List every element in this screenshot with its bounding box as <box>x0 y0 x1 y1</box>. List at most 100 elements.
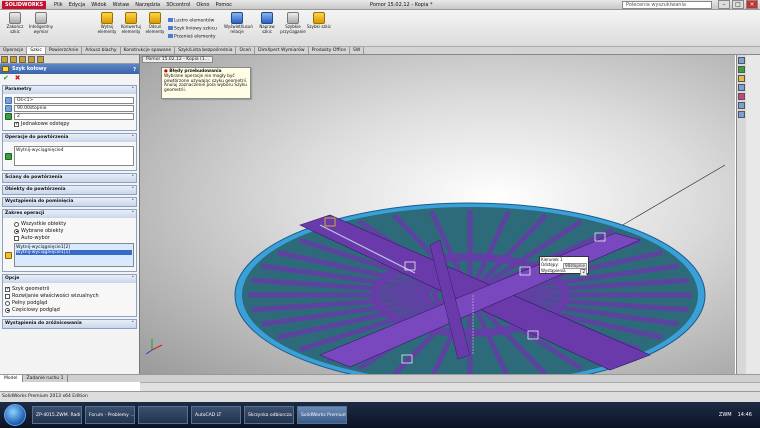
tab-szkic[interactable]: Szkic <box>27 47 46 54</box>
auto-select-checkbox[interactable] <box>14 235 19 241</box>
section-header-parameters[interactable]: Parametry ˄ <box>3 86 136 94</box>
move-entities-button[interactable]: Przenieś elementy <box>168 34 215 40</box>
menu-pomoc[interactable]: Pomoc <box>215 1 232 9</box>
quick-snaps-button[interactable]: Szybkie przyciąganie <box>280 12 306 34</box>
design-library-icon[interactable] <box>738 66 745 73</box>
axis-field[interactable]: Oś<1> <box>14 97 134 104</box>
view-palette-icon[interactable] <box>738 84 745 91</box>
tab-dimxpert[interactable]: DimXpert Wymiarów <box>255 47 309 54</box>
menu-plik[interactable]: Plik <box>54 1 63 9</box>
display-relations-button[interactable]: Wyświetl/usuń relacje <box>224 12 253 34</box>
trim-entities-button[interactable]: Wytnij elementy <box>94 12 120 34</box>
bodies-list[interactable]: Wytnij-wyciągnięcie1[2] Wytnij-wyciągnię… <box>14 243 134 267</box>
section-header-vary[interactable]: Wystąpienia do zróżnicowania ˅ <box>3 320 136 328</box>
callout-instances-label: Wystąpienia <box>541 268 566 273</box>
vertical-scrollbar[interactable] <box>746 55 760 374</box>
selected-bodies-radio[interactable] <box>14 228 19 234</box>
section-header-bodies[interactable]: Obiekty do powtórzenia ˅ <box>3 186 136 194</box>
equal-spacing-checkbox[interactable]: ✓ <box>14 121 19 127</box>
close-button[interactable]: × <box>746 0 758 9</box>
ok-button[interactable]: ✔ <box>3 74 9 82</box>
exit-sketch-button[interactable]: Zakończ szkic <box>2 12 28 34</box>
document-tab[interactable]: Pomor 15.02.12 - Kopia (1... <box>142 56 213 63</box>
menu-okno[interactable]: Okno <box>196 1 209 9</box>
graphics-area[interactable] <box>140 55 735 374</box>
tab-sw[interactable]: SW <box>350 47 365 54</box>
propagate-visual-checkbox[interactable] <box>5 293 10 299</box>
rapid-sketch-button[interactable]: Szybki szkic <box>306 12 332 30</box>
help-icon[interactable]: ? <box>133 65 136 75</box>
pattern-callout[interactable]: Kierunek 1 Odstępy: 90stopnie Wystąpienia… <box>539 256 589 276</box>
tab-konstrukcje-spawane[interactable]: Konstrukcje spawane <box>121 47 176 54</box>
part-model[interactable] <box>234 202 706 374</box>
ok-cancel-row: ✔ ✖ <box>0 74 139 83</box>
property-manager-icon[interactable] <box>10 56 17 63</box>
tab-arkusz-blachy[interactable]: Arkusz blachy <box>82 47 121 54</box>
callout-instances-value[interactable]: 2 <box>580 269 587 276</box>
section-header-scope[interactable]: Zakres operacji ˄ <box>3 210 136 218</box>
full-preview-radio[interactable] <box>5 300 10 306</box>
section-header-faces[interactable]: Ściany do powtórzenia ˅ <box>3 174 136 182</box>
file-explorer-icon[interactable] <box>738 75 745 82</box>
taskbar-item[interactable] <box>138 406 188 424</box>
angle-field[interactable]: 90.00stopnie <box>14 105 134 112</box>
all-bodies-radio[interactable] <box>14 221 19 227</box>
geometry-pattern-checkbox[interactable]: ✓ <box>5 286 10 292</box>
taskbar: ZP-4015.ZWM. Radi... Forum - Problemy ..… <box>0 402 760 428</box>
tab-ocen[interactable]: Oceń <box>236 47 256 54</box>
tab-operacje[interactable]: Operacje <box>0 47 28 54</box>
tab-szyk[interactable]: Szyk/Lista bezpośrednia <box>175 47 237 54</box>
features-list[interactable]: Wytnij-wyciągnięcie4 <box>14 146 134 166</box>
mirror-entities-button[interactable]: Lustro elementów <box>168 18 214 24</box>
command-tabs: Operacje Szkic Powierzchnie Arkusz blach… <box>0 47 760 55</box>
tab-model[interactable]: Model <box>0 375 23 382</box>
panel-header: Szyk kołowy ? <box>0 64 139 74</box>
dimxpert-icon[interactable] <box>28 56 35 63</box>
search-input[interactable]: Polecenia wyszukiwania <box>622 1 712 9</box>
tab-office[interactable]: Produkty Office <box>309 47 351 54</box>
sketch-icon <box>9 12 21 24</box>
dimension-icon <box>35 12 47 24</box>
section-header-features[interactable]: Operacje do powtórzenia ˄ <box>3 134 136 142</box>
start-button[interactable] <box>4 404 26 426</box>
offset-entities-button[interactable]: Odsuń elementy <box>142 12 168 34</box>
list-item[interactable]: Wytnij-wyciągnięcie1[1] <box>16 250 132 255</box>
chevron-up-icon: ˄ <box>131 135 135 141</box>
section-header-options[interactable]: Opcje ˄ <box>3 275 136 283</box>
menu-narzedzia[interactable]: Narzędzia <box>135 1 160 9</box>
tab-powierzchnie[interactable]: Powierzchnie <box>46 47 83 54</box>
menu-widok[interactable]: Widok <box>91 1 106 9</box>
clock[interactable]: 14:46 <box>738 412 752 418</box>
appearances-icon[interactable] <box>738 93 745 100</box>
partial-preview-radio[interactable] <box>5 307 10 313</box>
taskbar-item[interactable]: Skrzynka odbiorcza - <box>244 406 294 424</box>
menu-wstaw[interactable]: Wstaw <box>113 1 130 9</box>
menu-edycja[interactable]: Edycja <box>69 1 86 9</box>
feature-tree-icon[interactable] <box>1 56 8 63</box>
section-header-skip[interactable]: Wystąpienia do pominięcia ˅ <box>3 198 136 206</box>
resources-icon[interactable] <box>738 57 745 64</box>
horizontal-scrollbar[interactable] <box>140 382 760 391</box>
taskbar-item[interactable]: AutoCAD LT <box>191 406 241 424</box>
menu-3dcontrol[interactable]: 3Dcontrol <box>166 1 190 9</box>
minimize-button[interactable]: – <box>718 0 730 9</box>
cancel-button[interactable]: ✖ <box>15 74 21 82</box>
taskbar-item[interactable]: SolidWorks Premium... <box>297 406 347 424</box>
convert-entities-button[interactable]: Konwertuj elementy <box>118 12 144 34</box>
propagate-visual-label: Rozwijanie właściwości wizualnych <box>12 293 99 299</box>
configuration-icon[interactable] <box>19 56 26 63</box>
instances-field[interactable]: 2 <box>14 113 134 120</box>
taskbar-item[interactable]: Forum - Problemy ... <box>85 406 135 424</box>
system-tray: ZWM 14:46 <box>719 412 760 418</box>
smart-dimension-button[interactable]: Inteligentny wymiar <box>28 12 54 34</box>
taskbar-item[interactable]: ZP-4015.ZWM. Radi... <box>32 406 82 424</box>
linear-pattern-button[interactable]: Szyk liniowy szkicu <box>168 26 217 32</box>
custom-properties-icon[interactable] <box>738 102 745 109</box>
rapid-sketch-icon <box>313 12 325 24</box>
display-manager-icon[interactable] <box>37 56 44 63</box>
maximize-button[interactable]: □ <box>732 0 744 9</box>
tab-motion-study[interactable]: Zadanie ruchu 1 <box>23 375 69 382</box>
list-item[interactable]: Wytnij-wyciągnięcie4 <box>16 148 132 153</box>
forum-icon[interactable] <box>738 111 745 118</box>
repair-sketch-button[interactable]: Napraw szkic <box>254 12 280 34</box>
